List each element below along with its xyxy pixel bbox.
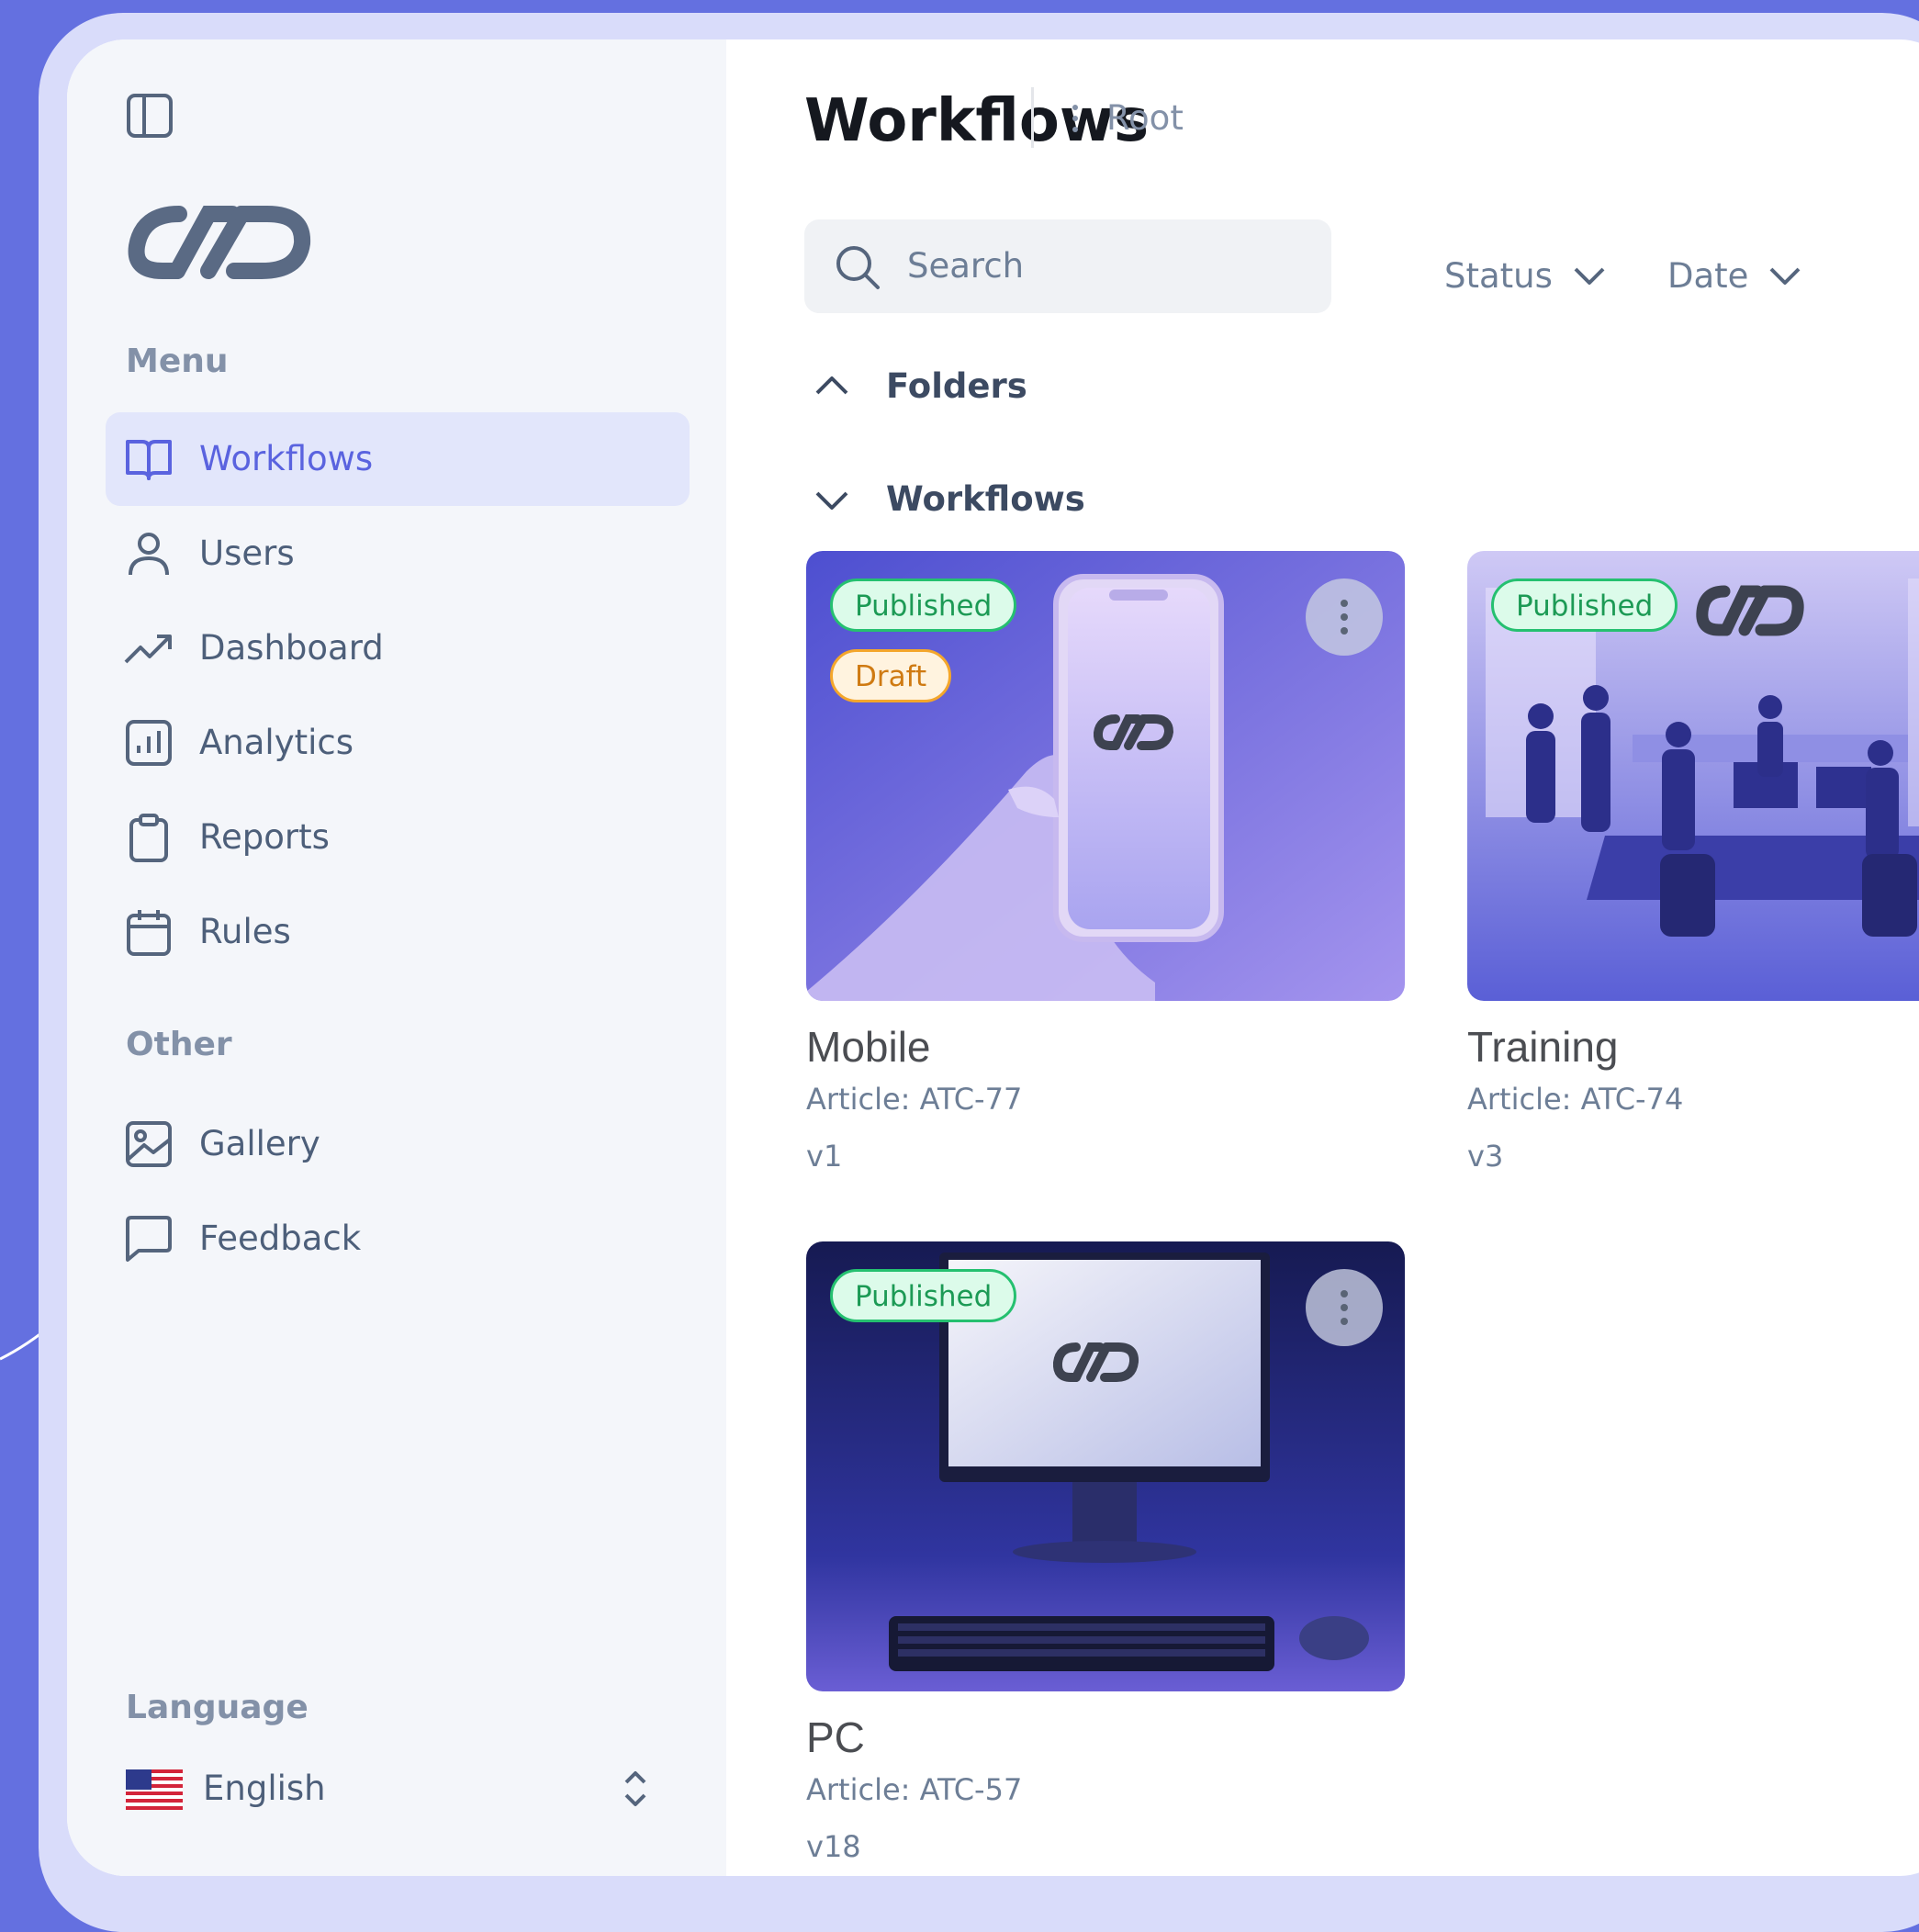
card-article: Article: ATC-57 (806, 1772, 1023, 1807)
status-badge: Published (1491, 578, 1678, 632)
status-badge: Published (830, 578, 1017, 632)
header-divider (1031, 87, 1034, 148)
app-logo (128, 206, 311, 279)
card-title: Training (1467, 1023, 1619, 1071)
sidebar-item-reports[interactable]: Reports (106, 791, 690, 884)
more-vertical-icon[interactable] (1068, 100, 1083, 137)
main-content: Workflows Root Search Status Date Folder… (726, 39, 1919, 1876)
search-icon (836, 246, 880, 289)
app-window: Menu Workflows Users Dashboard Analytics… (67, 39, 1919, 1876)
trending-up-icon (124, 635, 172, 664)
card-title: PC (806, 1713, 865, 1761)
chevron-down-icon (1770, 267, 1801, 285)
user-icon (129, 533, 169, 576)
search-input[interactable]: Search (804, 219, 1331, 313)
chevron-up-down-icon (624, 1771, 646, 1806)
status-badge: Draft (830, 649, 952, 702)
image-icon (126, 1121, 172, 1167)
card-version: v1 (806, 1139, 843, 1174)
date-filter[interactable]: Date (1667, 249, 1801, 304)
other-section-label: Other (126, 1026, 232, 1063)
sidebar-item-users[interactable]: Users (106, 507, 690, 601)
folders-section-header[interactable]: Folders (886, 359, 1027, 414)
card-article: Article: ATC-74 (1467, 1082, 1684, 1117)
sidebar-item-label: Feedback (199, 1219, 362, 1258)
language-selector[interactable]: English (126, 1757, 649, 1821)
language-value: English (203, 1769, 326, 1808)
sidebar-item-label: Workflows (199, 439, 374, 478)
sidebar-item-label: Rules (199, 912, 291, 951)
calendar-icon (127, 910, 171, 956)
workflows-section-header[interactable]: Workflows (886, 472, 1085, 527)
sidebar-item-label: Gallery (199, 1124, 320, 1163)
breadcrumb[interactable]: Root (1106, 91, 1184, 146)
card-version: v3 (1467, 1139, 1504, 1174)
language-section-label: Language (126, 1689, 309, 1726)
sidebar-item-rules[interactable]: Rules (106, 885, 690, 979)
chevron-down-icon[interactable] (814, 489, 849, 511)
search-placeholder: Search (907, 246, 1025, 286)
more-vertical-icon (1341, 600, 1348, 635)
card-title: Mobile (806, 1023, 931, 1071)
bar-chart-icon (126, 720, 172, 766)
status-filter-label: Status (1444, 256, 1553, 296)
chevron-up-icon[interactable] (814, 375, 849, 397)
card-menu-button[interactable] (1306, 578, 1383, 656)
sidebar-item-dashboard[interactable]: Dashboard (106, 601, 690, 695)
clipboard-icon (129, 814, 168, 862)
workflow-card-pc[interactable]: Published PC Article: ATC-57 v18 (806, 1241, 1405, 1876)
status-filter[interactable]: Status (1444, 249, 1606, 304)
status-badge: Published (830, 1269, 1017, 1322)
sidebar-item-label: Analytics (199, 723, 354, 762)
message-square-icon (126, 1216, 172, 1262)
sidebar-toggle-icon[interactable] (126, 93, 174, 139)
chevron-down-icon (1574, 267, 1605, 285)
card-article: Article: ATC-77 (806, 1082, 1023, 1117)
menu-section-label: Menu (126, 343, 229, 380)
sidebar-item-gallery[interactable]: Gallery (106, 1097, 690, 1191)
workflow-card-mobile[interactable]: Published Draft Mobile Article: ATC-77 v… (806, 551, 1405, 1212)
date-filter-label: Date (1667, 256, 1749, 296)
workflow-card-training[interactable]: Published Training Article: ATC-74 v3 (1467, 551, 1919, 1212)
sidebar-item-workflows[interactable]: Workflows (106, 412, 690, 506)
card-version: v18 (806, 1829, 861, 1864)
sidebar: Menu Workflows Users Dashboard Analytics… (67, 39, 726, 1876)
sidebar-item-label: Dashboard (199, 628, 384, 668)
page-title: Workflows (804, 87, 1150, 155)
sidebar-item-label: Users (199, 534, 295, 573)
us-flag-icon (126, 1769, 183, 1810)
more-vertical-icon (1341, 1290, 1348, 1325)
sidebar-item-label: Reports (199, 817, 330, 857)
sidebar-item-feedback[interactable]: Feedback (106, 1192, 690, 1286)
book-open-icon (126, 440, 172, 480)
card-menu-button[interactable] (1306, 1269, 1383, 1346)
sidebar-item-analytics[interactable]: Analytics (106, 696, 690, 790)
